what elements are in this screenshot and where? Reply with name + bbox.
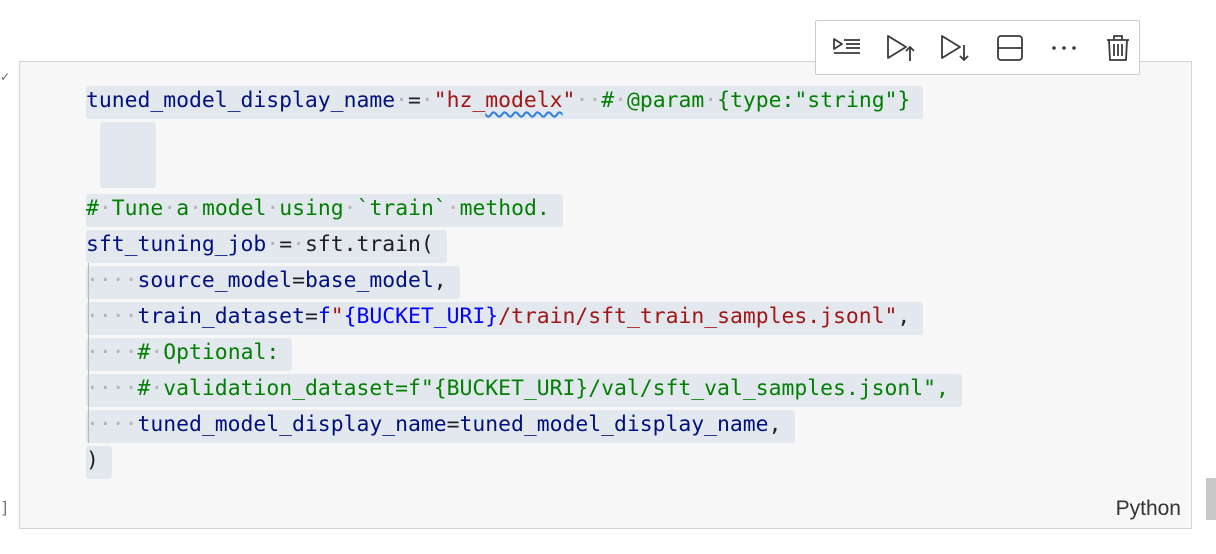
code-token: validation_dataset=f"{BUCKET_URI}/val/sf… [163,376,949,401]
execute-cell-and-below-button[interactable] [935,28,977,68]
code-token: Tune [111,196,164,221]
code-editor[interactable]: tuned_model_display_name·=·"hz_modelx"··… [86,83,963,479]
code-token: ·· [575,88,602,113]
code-token: # [86,196,99,221]
code-token: model [201,196,267,221]
delete-cell-icon [1107,34,1130,61]
code-token: tuned_model_display_name [459,412,769,437]
code-token: a [176,196,190,221]
more-actions-button[interactable] [1043,28,1085,68]
code-token: source_model [137,268,293,293]
code-token: = [407,88,421,113]
code-line[interactable] [86,119,949,188]
code-token: {type:"string"} [717,88,911,113]
code-token: · [266,196,280,221]
cell-toolbar [815,20,1140,75]
run-by-line-button[interactable] [826,28,868,68]
code-token: "hz_ [433,88,486,113]
split-cell-icon [996,34,1023,61]
code-token: · [266,232,280,257]
code-line[interactable]: ····source_model=base_model, [86,263,949,299]
code-token: method. [459,196,550,221]
code-token: `train` [356,196,447,221]
code-token: ···· [86,376,138,401]
code-token: · [98,196,112,221]
run-by-line-icon [832,37,860,54]
split-cell-button[interactable] [989,28,1031,68]
code-token: " [330,304,344,329]
code-line[interactable]: ····#·Optional: [86,335,949,371]
code-token: tuned_model_display_name [86,88,396,113]
code-token: · [189,196,202,221]
code-token: = [279,232,293,257]
code-token: tuned_model_display_name [137,412,447,437]
code-token: ···· [86,412,138,437]
code-token: · [704,88,718,113]
code-token: · [163,196,177,221]
code-token: · [395,88,408,113]
more-actions-icon [1052,45,1076,50]
code-token: using [279,196,344,221]
code-token: · [292,232,305,257]
indent-guide [88,263,89,443]
code-line[interactable]: ····tuned_model_display_name=tuned_model… [86,407,949,443]
code-token: · [150,376,164,401]
scrollbar-thumb[interactable] [1206,478,1216,520]
code-token: · [420,88,434,113]
code-token: · [614,88,627,113]
code-token: # [137,340,151,365]
code-line[interactable] [86,155,949,191]
code-line[interactable]: tuned_model_display_name·=·"hz_modelx"··… [86,83,949,119]
code-token: , [433,268,447,293]
code-token: {BUCKET_URI} [343,304,499,329]
code-token: base_model [304,268,434,293]
code-token: train_dataset [137,304,305,329]
code-line[interactable]: ····train_dataset=f"{BUCKET_URI}/train/s… [86,299,949,335]
code-token: # [601,88,615,113]
code-token: sft.train( [304,232,434,257]
code-line[interactable]: sft_tuning_job·=·sft.train( [86,227,949,263]
delete-cell-button[interactable] [1097,28,1139,68]
code-token: · [150,340,164,365]
code-line[interactable]: ) [86,443,949,479]
code-token: , [768,412,782,437]
code-line[interactable]: ····#·validation_dataset=f"{BUCKET_URI}/… [86,371,963,407]
execution-count-bracket: ] [0,498,10,517]
code-token: = [304,304,318,329]
code-token: = [292,268,305,293]
code-token: @param [626,88,705,113]
execute-above-cells-button[interactable] [880,28,922,68]
execution-status-check-icon: ✓ [0,70,11,84]
code-token: " [562,88,576,113]
cell-language-label[interactable]: Python [1116,497,1181,521]
code-token: · [343,196,357,221]
code-token: ) [86,448,99,473]
code-token: /train/sft_train_samples.jsonl" [498,304,898,329]
code-token: ···· [86,304,138,329]
code-token: Optional: [163,340,280,365]
code-token: · [446,196,460,221]
code-token: ···· [86,268,138,293]
code-token: sft_tuning_job [86,232,267,257]
code-token: ···· [86,340,138,365]
code-token: # [137,376,151,401]
code-token: , [897,304,911,329]
code-line[interactable]: #·Tune·a·model·using·`train`·method. [86,191,949,227]
code-token: modelx [485,88,563,113]
code-token: f [317,304,331,329]
execute-cell-and-below-icon [941,34,970,61]
code-token: = [446,412,460,437]
execute-above-cells-icon [887,34,915,61]
